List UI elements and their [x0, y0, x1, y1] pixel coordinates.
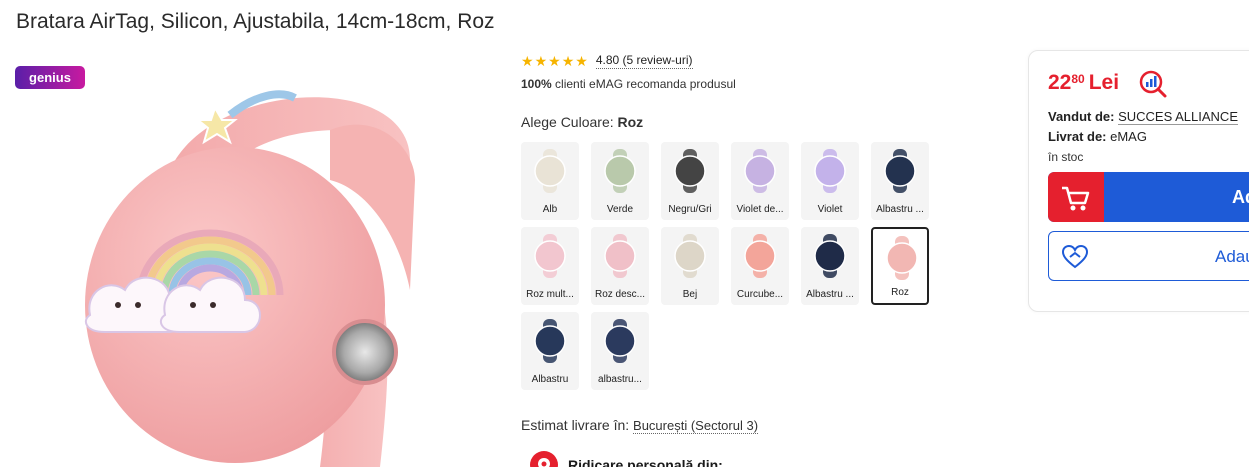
color-option[interactable]: albastru... — [591, 312, 649, 390]
pickup-label: Ridicare personală din: — [568, 457, 723, 467]
color-option-label: Violet de... — [736, 204, 784, 215]
sold-by-label: Vandut de: — [1048, 109, 1119, 124]
color-option[interactable]: Verde — [591, 142, 649, 220]
color-option-label: Curcube... — [736, 289, 784, 300]
color-option-label: Albastru — [531, 374, 569, 385]
star-icon: ★ — [561, 53, 575, 69]
star-icon: ★ — [575, 53, 588, 69]
delivery-location-link[interactable]: București (Sectorul 3) — [633, 418, 759, 434]
color-option-label: Violet — [817, 204, 843, 215]
color-option-label: Albastru ... — [806, 289, 854, 300]
recommend-label: clienti eMAG recomanda produsul — [551, 77, 736, 91]
color-option[interactable]: Alb — [521, 142, 579, 220]
color-option[interactable]: Violet de... — [731, 142, 789, 220]
color-option-label: Bej — [682, 289, 698, 300]
color-option[interactable]: Violet — [801, 142, 859, 220]
color-option-label: Albastru ... — [876, 204, 924, 215]
color-option[interactable]: Roz desc... — [591, 227, 649, 305]
color-option-thumbnail — [674, 149, 706, 193]
color-option[interactable]: Albastru ... — [801, 227, 859, 305]
rating-stars: ★ ★ ★ ★ ★ — [521, 54, 588, 68]
price-currency: Lei — [1088, 71, 1120, 94]
color-option-thumbnail — [744, 149, 776, 193]
add-to-favorites-label: Adau — [1215, 247, 1249, 266]
color-option[interactable]: Curcube... — [731, 227, 789, 305]
recommend-percent: 100% — [521, 77, 552, 91]
genius-badge: genius — [15, 66, 85, 89]
star-icon: ★ — [521, 53, 534, 69]
color-selected: Roz — [617, 114, 644, 130]
color-option-thumbnail — [534, 149, 566, 193]
location-pin-icon — [530, 451, 558, 467]
color-option-thumbnail — [744, 234, 776, 278]
color-option-thumbnail — [534, 319, 566, 363]
cart-icon-block — [1048, 172, 1104, 222]
delivery-estimate: Estimat livrare în: București (Sectorul … — [521, 417, 759, 434]
color-label: Alege Culoare: Roz — [521, 114, 643, 130]
color-label-text: Alege Culoare: — [521, 114, 618, 130]
color-option-label: Alb — [542, 204, 558, 215]
rating-summary[interactable]: ★ ★ ★ ★ ★ 4.80 (5 review-uri) — [521, 53, 693, 69]
pickup-option[interactable]: Ridicare personală din: — [530, 451, 723, 467]
color-option[interactable]: Albastru ... — [871, 142, 929, 220]
color-option-label: Verde — [606, 204, 634, 215]
star-icon: ★ — [548, 53, 561, 69]
price: 22 80 Lei — [1048, 71, 1119, 95]
recommend-text: 100% clienti eMAG recomanda produsul — [521, 77, 736, 91]
star-icon: ★ — [534, 53, 548, 69]
buy-box: 22 80 Lei Vandut de: SUCCES ALLIANCE Liv… — [1028, 50, 1249, 312]
color-option[interactable]: Albastru — [521, 312, 579, 390]
color-option-thumbnail — [814, 234, 846, 278]
seller-link[interactable]: SUCCES ALLIANCE — [1118, 109, 1238, 125]
price-decimal: 80 — [1071, 72, 1085, 86]
color-option-thumbnail — [674, 234, 706, 278]
price-history-icon[interactable] — [1138, 69, 1168, 99]
price-integer: 22 — [1048, 71, 1072, 94]
heart-icon — [1061, 244, 1089, 269]
color-option-label: Roz desc... — [594, 289, 646, 300]
color-option-thumbnail — [886, 236, 918, 280]
delivered-by: Livrat de: eMAG — [1048, 129, 1147, 144]
add-to-cart-label: Ad — [1232, 187, 1249, 207]
color-option-label: Negru/Gri — [668, 204, 712, 215]
color-option-thumbnail — [604, 149, 636, 193]
delivered-by-label: Livrat de: — [1048, 129, 1111, 144]
color-option-thumbnail — [604, 319, 636, 363]
color-option-thumbnail — [814, 149, 846, 193]
color-option-thumbnail — [884, 149, 916, 193]
color-option[interactable]: Negru/Gri — [661, 142, 719, 220]
color-option-thumbnail — [604, 234, 636, 278]
cart-icon — [1062, 186, 1090, 211]
delivery-label: Estimat livrare în: — [521, 417, 634, 433]
add-to-favorites-button[interactable]: Adau — [1048, 231, 1249, 281]
stock-status: în stoc — [1048, 150, 1084, 164]
rating-link[interactable]: 4.80 (5 review-uri) — [595, 53, 693, 69]
product-image[interactable] — [80, 90, 460, 467]
sold-by: Vandut de: SUCCES ALLIANCE — [1048, 109, 1238, 125]
add-to-cart-button[interactable]: Ad — [1048, 172, 1249, 222]
color-option-thumbnail — [534, 234, 566, 278]
color-option[interactable]: Roz — [871, 227, 929, 305]
color-option-label: albastru... — [598, 374, 642, 385]
color-option[interactable]: Bej — [661, 227, 719, 305]
product-title: Bratara AirTag, Silicon, Ajustabila, 14c… — [16, 10, 495, 33]
color-option-label: Roz mult... — [526, 289, 574, 300]
delivered-by-value: eMAG — [1110, 129, 1147, 144]
color-option-label: Roz — [891, 287, 909, 298]
color-option[interactable]: Roz mult... — [521, 227, 579, 305]
